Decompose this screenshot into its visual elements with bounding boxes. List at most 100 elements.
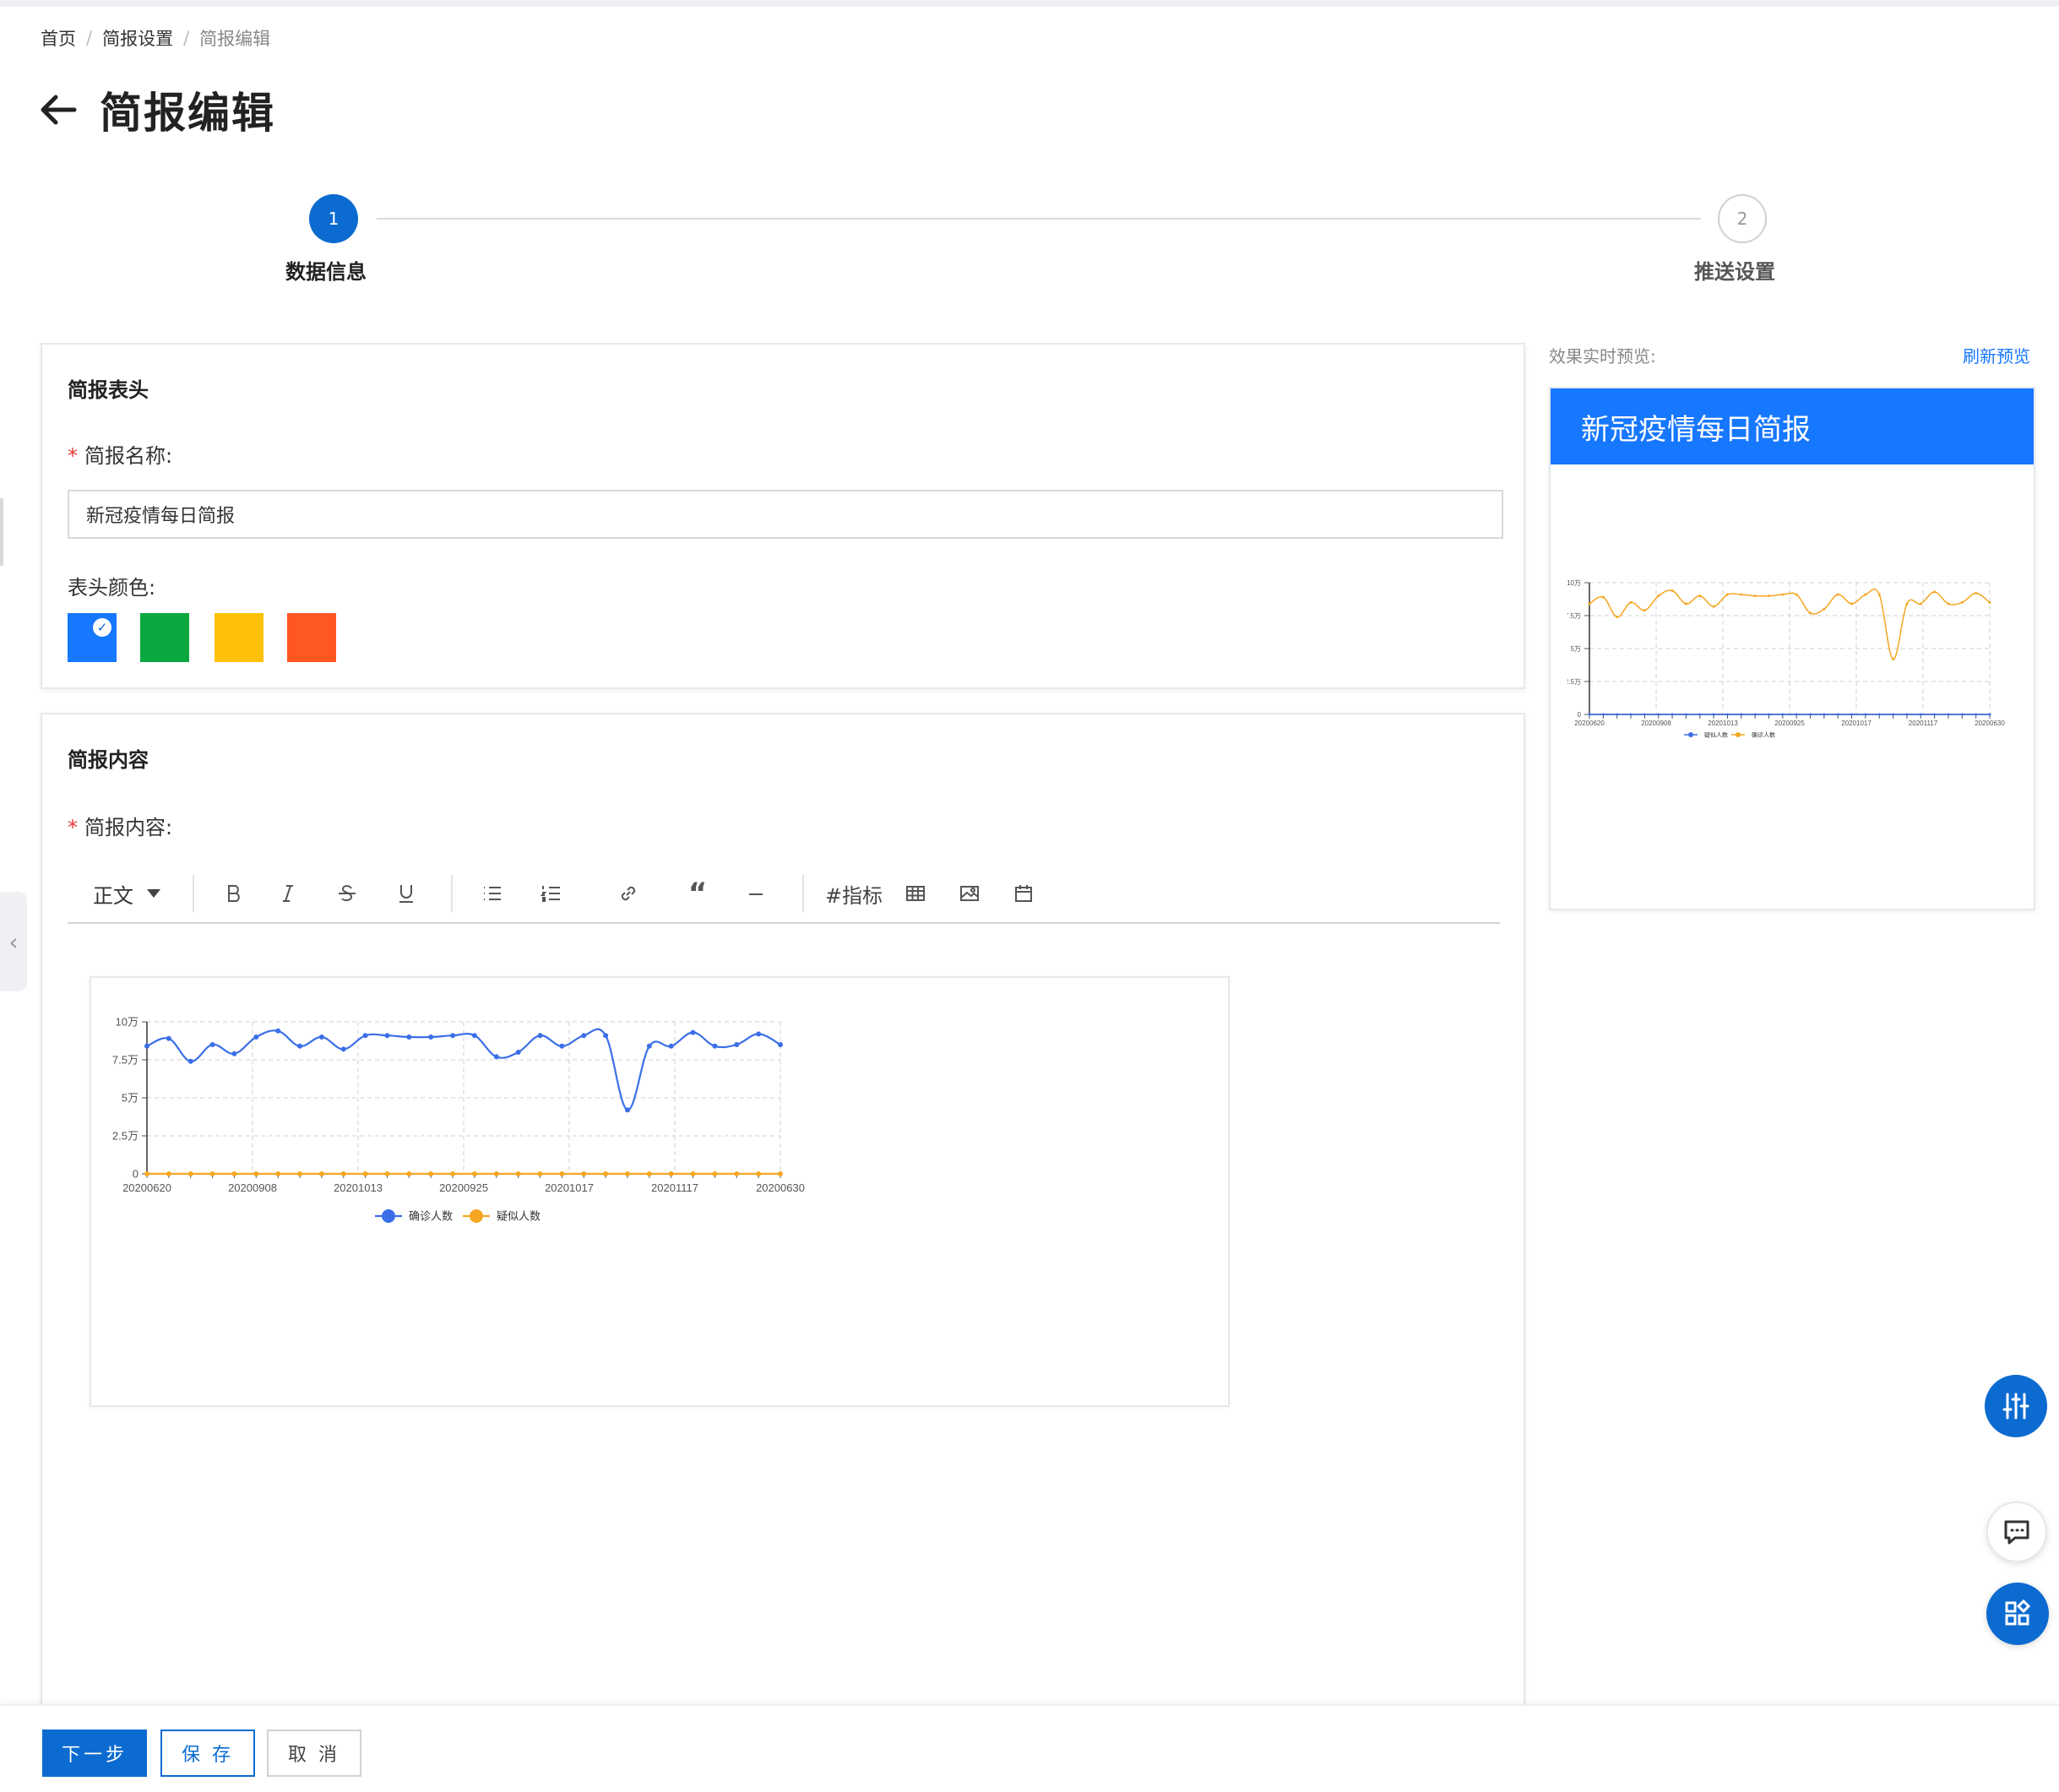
data-point (1947, 602, 1950, 605)
data-point (1877, 713, 1881, 716)
legend-label[interactable]: 疑似人数 (1704, 730, 1728, 738)
breadcrumb-settings[interactable]: 简报设置 (102, 25, 173, 51)
data-point (187, 1171, 193, 1176)
cancel-button[interactable]: 取 消 (267, 1730, 361, 1777)
data-point (166, 1171, 171, 1176)
data-point (668, 1171, 674, 1176)
legend-label[interactable]: 疑似人数 (497, 1210, 541, 1224)
calendar-button[interactable] (997, 874, 1051, 913)
step-1-circle[interactable]: 1 (309, 194, 358, 243)
page-header: 简报编辑 (37, 79, 275, 140)
data-point (1684, 602, 1687, 605)
bullet-list-button[interactable] (468, 874, 517, 913)
apps-grid-icon (2005, 1599, 2031, 1626)
ordered-list-button[interactable] (517, 874, 586, 913)
italic-icon (283, 885, 293, 902)
data-point (1740, 713, 1743, 716)
toolbar-divider (193, 875, 194, 912)
data-point (318, 1034, 324, 1040)
data-point (1616, 713, 1619, 716)
legend-marker (1736, 732, 1741, 737)
refresh-preview-link[interactable]: 刷新预览 (1963, 343, 2030, 367)
color-swatch-orange[interactable] (287, 613, 336, 662)
content-card: 简报内容 * 简报内容: 正文 “ #指标 0 2.5万 5万 7.5万 10万… (41, 713, 1525, 1726)
data-point (1643, 713, 1646, 716)
data-point (1988, 713, 1991, 716)
y-tick-label: 0 (1578, 711, 1582, 719)
data-point (1809, 611, 1812, 615)
content-label: * 简报内容: (68, 811, 172, 840)
data-point (1629, 713, 1633, 716)
data-point (1588, 602, 1591, 605)
data-point (1960, 600, 1964, 604)
report-name-input[interactable] (68, 490, 1503, 539)
data-point (450, 1033, 456, 1039)
chat-float-button[interactable] (1986, 1501, 2047, 1562)
breadcrumb-home[interactable]: 首页 (41, 25, 76, 51)
breadcrumb-current: 简报编辑 (199, 29, 271, 49)
top-border (0, 0, 2059, 7)
step-2-circle[interactable]: 2 (1718, 194, 1767, 243)
settings-float-button[interactable] (1985, 1375, 2047, 1437)
calendar-icon (1015, 885, 1032, 902)
table-button[interactable] (888, 874, 943, 913)
y-tick-label: 0 (133, 1168, 139, 1181)
strikethrough-button[interactable] (318, 874, 377, 913)
data-point (646, 1043, 652, 1049)
color-swatch-yellow[interactable] (215, 613, 263, 662)
legend-marker (382, 1209, 395, 1223)
data-point (559, 1171, 565, 1176)
divider-button[interactable] (725, 874, 787, 913)
steps: 1 2 数据信息 推送设置 (0, 193, 2059, 294)
data-point (537, 1033, 543, 1039)
data-point (1712, 605, 1715, 608)
chevron-left-icon: ‹ (8, 927, 19, 956)
data-point (1740, 593, 1743, 596)
quote-button[interactable]: “ (671, 874, 725, 913)
data-point (362, 1033, 368, 1039)
data-point (1975, 591, 1978, 595)
underline-button[interactable] (377, 874, 436, 913)
italic-button[interactable] (258, 874, 318, 913)
link-button[interactable] (586, 874, 671, 913)
content-label-text: 简报内容: (84, 816, 173, 839)
sidebar-toggle[interactable]: ‹ (0, 892, 27, 991)
breadcrumb: 首页 / 简报设置 / 简报编辑 (41, 25, 270, 51)
underline-icon (399, 885, 413, 903)
data-point (1836, 593, 1839, 596)
bullet-list-icon (484, 887, 501, 900)
arrow-left-icon[interactable] (37, 89, 79, 131)
save-button[interactable]: 保 存 (160, 1730, 255, 1777)
data-point (1684, 713, 1687, 716)
data-point (209, 1171, 215, 1176)
legend-label[interactable]: 确诊人数 (409, 1211, 453, 1224)
main-line-chart: 0 2.5万 5万 7.5万 10万 20200620 20200908 20201013 20… (112, 1016, 805, 1224)
data-point (1601, 595, 1605, 599)
data-point (1919, 713, 1922, 716)
data-point (406, 1171, 412, 1176)
data-point (1892, 713, 1895, 716)
metric-button[interactable]: #指标 (819, 874, 888, 913)
header-card-title: 简报表头 (68, 378, 149, 402)
apps-float-button[interactable] (1986, 1583, 2049, 1645)
format-select-value: 正文 (93, 883, 133, 908)
x-tick-label: 20200620 (122, 1181, 171, 1194)
legend-label[interactable]: 确诊人数 (1752, 730, 1775, 738)
data-point (1753, 713, 1757, 716)
data-point (1809, 713, 1812, 716)
next-step-button[interactable]: 下一步 (42, 1730, 147, 1777)
image-button[interactable] (943, 874, 997, 913)
data-point (253, 1034, 259, 1040)
data-point (1975, 713, 1978, 716)
color-swatch-green[interactable] (140, 613, 189, 662)
data-point (1988, 600, 1991, 604)
data-point (471, 1033, 477, 1039)
data-point (690, 1171, 696, 1176)
preview-header: 新冠疫情每日简报 (1551, 388, 2034, 464)
embedded-chart[interactable]: 0 2.5万 5万 7.5万 10万 20200620 20200908 20201013 20… (90, 976, 1230, 1407)
data-point (668, 1043, 674, 1049)
bold-button[interactable] (209, 874, 258, 913)
color-swatch-blue[interactable]: ✓ (68, 613, 117, 662)
breadcrumb-separator: / (86, 28, 93, 48)
format-select[interactable]: 正文 (68, 874, 167, 913)
